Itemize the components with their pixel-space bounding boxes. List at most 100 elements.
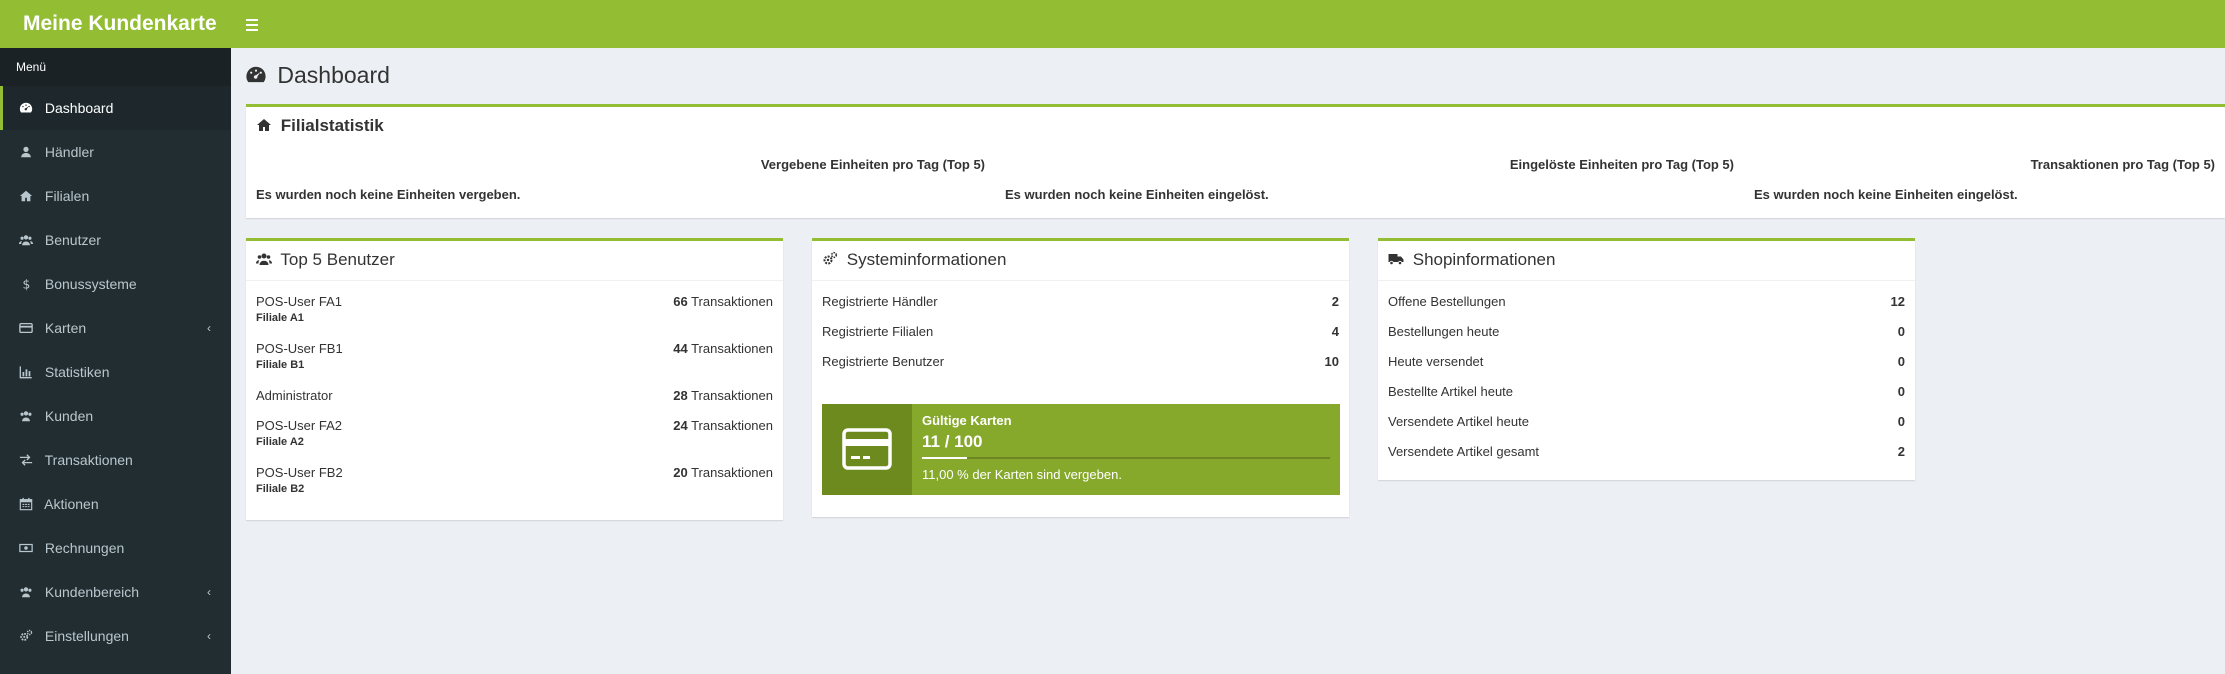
sidebar-item-label: Händler [44,144,94,160]
sidebar-item-label: Dashboard [44,100,114,116]
sidebar-item-label: Kundenbereich [44,584,140,600]
users-icon [256,253,272,265]
user-count: 44 [673,341,688,356]
stat-column-message: Es wurden noch keine Einheiten eingelöst… [1754,187,2018,202]
sidebar-item-label: Transaktionen [44,452,133,468]
info-label: Versendete Artikel gesamt [1388,444,1540,459]
stat-column-transaktionen: Transaktionen pro Tag (Top 5) Es wurden … [1744,157,2225,202]
stat-column-message: Es wurden noch keine Einheiten vergeben. [256,187,521,202]
list-item: POS-User FB2 Filiale B2 20 Transaktionen [256,460,773,507]
sidebar-item-label: Rechnungen [44,540,125,556]
list-item: Versendete Artikel gesamt 2 [1388,439,1905,469]
top-navbar: Meine Kundenkarte [0,0,2225,48]
sidebar-item-einstellungen[interactable]: Einstellungen ‹ [0,614,231,658]
shop-info-box: Shopinformationen Offene Bestellungen 12… [1378,238,1915,480]
page-title-text: Dashboard [277,62,390,88]
sidebar-item-haendler[interactable]: Händler [0,130,231,174]
list-item: Heute versendet 0 [1388,349,1905,379]
user-count-unit: Transaktionen [691,465,773,480]
dollar-icon: $ [19,277,33,291]
calendar-icon [19,497,33,511]
valid-cards-progress [922,457,1330,459]
user-branch: Filiale A1 [256,312,304,324]
menu-header: Menü [0,48,231,86]
chevron-left-icon: ‹ [207,321,211,335]
user-count-unit: Transaktionen [691,294,773,309]
list-item: Offene Bestellungen 12 [1388,289,1905,319]
valid-cards-panel: Gültige Karten 11 / 100 11,00 % der Kart… [822,404,1340,495]
list-item: Registrierte Benutzer 10 [822,349,1339,379]
sidebar-item-filialen[interactable]: Filialen [0,174,231,218]
user-count-unit: Transaktionen [691,341,773,356]
stat-column-header: Eingelöste Einheiten pro Tag (Top 5) [1509,157,1734,172]
truck-icon [1388,254,1404,266]
sidebar-item-label: Filialen [44,188,90,204]
users-icon [19,585,33,599]
sidebar-item-benutzer[interactable]: Benutzer [0,218,231,262]
system-info-title: Systeminformationen [846,250,1007,269]
user-count: 20 [673,465,688,480]
list-item: Administrator 28 Transaktionen [256,383,773,413]
chevron-left-icon: ‹ [207,629,211,643]
brand-logo[interactable]: Meine Kundenkarte [0,0,231,48]
sidebar-item-label: Bonussysteme [44,276,137,292]
sidebar-item-aktionen[interactable]: Aktionen [0,482,231,526]
sidebar-item-dashboard[interactable]: Dashboard [0,86,231,130]
svg-text:$: $ [23,277,31,291]
valid-cards-value: 11 / 100 [922,432,983,451]
info-value: 2 [1331,294,1339,309]
system-info-header: Systeminformationen [812,241,1349,281]
home-icon [257,119,271,131]
sidebar-item-kunden[interactable]: Kunden [0,394,231,438]
gears-icon [19,629,33,643]
valid-cards-progress-fill [922,457,967,459]
sidebar-item-label: Benutzer [44,232,101,248]
home-icon [19,189,33,203]
sidebar-item-label: Statistiken [44,364,110,380]
info-value: 0 [1897,324,1905,339]
credit-card-icon [19,321,33,335]
sidebar-item-label: Kunden [44,408,94,424]
sidebar-item-bonussysteme[interactable]: $ Bonussysteme [0,262,231,306]
info-label: Heute versendet [1388,354,1484,369]
sidebar-item-karten[interactable]: Karten ‹ [0,306,231,350]
user-branch: Filiale B2 [256,483,305,495]
info-label: Registrierte Händler [822,294,938,309]
list-item: Bestellungen heute 0 [1388,319,1905,349]
user-count-unit: Transaktionen [691,388,773,403]
user-branch: Filiale B1 [256,359,305,371]
info-label: Registrierte Filialen [822,324,934,339]
sidebar-toggle-icon[interactable] [246,13,260,33]
users-icon [19,409,33,423]
dashboard-icon [19,101,33,115]
info-label: Versendete Artikel heute [1388,414,1529,429]
system-info-box: Systeminformationen Registrierte Händler… [812,238,1349,517]
list-item: Versendete Artikel heute 0 [1388,409,1905,439]
bar-chart-icon [19,365,33,379]
stat-column-vergeben: Vergebene Einheiten pro Tag (Top 5) Es w… [246,157,995,202]
sidebar-item-statistiken[interactable]: Statistiken [0,350,231,394]
dashboard-icon [246,66,266,83]
info-label: Bestellte Artikel heute [1388,384,1514,399]
page-title: Dashboard [245,62,390,89]
shop-info-header: Shopinformationen [1378,241,1915,281]
sidebar-item-label: Aktionen [44,496,99,512]
filialstatistik-header: Filialstatistik [246,107,2225,147]
stat-column-message: Es wurden noch keine Einheiten eingelöst… [1005,187,1269,202]
list-item: POS-User FA1 Filiale A1 66 Transaktionen [256,289,773,336]
top-users-box: Top 5 Benutzer POS-User FA1 Filiale A1 6… [246,238,783,520]
money-icon [19,541,33,555]
info-value: 0 [1897,354,1905,369]
sidebar-item-kundenbereich[interactable]: Kundenbereich ‹ [0,570,231,614]
users-icon [19,233,33,247]
list-item: POS-User FB1 Filiale B1 44 Transaktionen [256,336,773,383]
sidebar-item-transaktionen[interactable]: Transaktionen [0,438,231,482]
sidebar-item-label: Karten [44,320,87,336]
user-count: 28 [673,388,688,403]
user-icon [19,145,33,159]
sidebar-item-rechnungen[interactable]: Rechnungen [0,526,231,570]
info-label: Registrierte Benutzer [822,354,945,369]
sidebar-item-label: Einstellungen [44,628,129,644]
user-count: 66 [673,294,688,309]
list-item: Bestellte Artikel heute 0 [1388,379,1905,409]
